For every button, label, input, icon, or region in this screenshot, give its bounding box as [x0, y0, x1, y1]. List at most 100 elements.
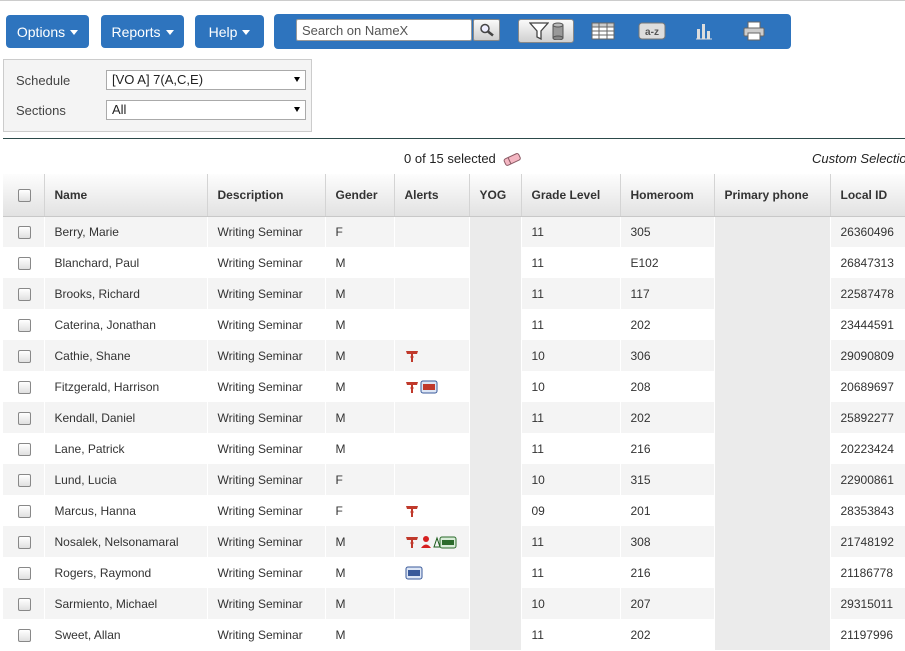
- student-grade-level: 10: [521, 371, 621, 402]
- search-button[interactable]: [473, 19, 500, 41]
- column-header-name[interactable]: Name: [44, 174, 208, 217]
- chart-icon: [696, 24, 712, 40]
- student-name[interactable]: Lund, Lucia: [44, 464, 208, 495]
- student-name[interactable]: Blanchard, Paul: [44, 247, 208, 278]
- custom-selection-label[interactable]: Custom Selection: [812, 151, 905, 166]
- row-checkbox[interactable]: [18, 318, 31, 332]
- table-row[interactable]: Caterina, Jonathan Writing Seminar M 11 202 2…: [3, 309, 905, 340]
- student-alerts: [394, 278, 470, 309]
- row-checkbox[interactable]: [18, 535, 31, 549]
- sort-icon: a-z: [638, 22, 666, 40]
- sort-button[interactable]: a-z: [638, 21, 666, 41]
- student-name[interactable]: Rogers, Raymond: [44, 557, 208, 588]
- column-header-alerts[interactable]: Alerts: [394, 174, 470, 217]
- column-header-primary-phone[interactable]: Primary phone: [714, 174, 831, 217]
- medical-alert-icon[interactable]: [405, 349, 419, 363]
- table-row[interactable]: Berry, Marie Writing Seminar F 11 305 2636049…: [3, 216, 905, 247]
- student-name[interactable]: Nosalek, Nelsonamaral: [44, 526, 208, 557]
- table-row[interactable]: Lund, Lucia Writing Seminar F 10 315 22900861: [3, 464, 905, 495]
- student-name[interactable]: Lane, Patrick: [44, 433, 208, 464]
- student-name[interactable]: Sweet, Allan: [44, 619, 208, 650]
- grid-view-button[interactable]: [591, 21, 615, 41]
- row-select-cell: [3, 495, 45, 526]
- student-phone-redacted: [714, 340, 831, 371]
- student-name[interactable]: Sarmiento, Michael: [44, 588, 208, 619]
- sections-select[interactable]: All: [106, 100, 306, 120]
- student-gender: F: [325, 464, 395, 495]
- student-local-id: 21748192: [830, 526, 905, 557]
- epp-icon[interactable]: [432, 535, 457, 549]
- student-description: Writing Seminar: [207, 371, 326, 402]
- chart-button[interactable]: [694, 21, 714, 41]
- row-checkbox[interactable]: [18, 566, 31, 580]
- row-checkbox[interactable]: [18, 597, 31, 611]
- row-checkbox[interactable]: [18, 442, 31, 456]
- row-checkbox[interactable]: [18, 504, 31, 518]
- help-menu-button[interactable]: Help: [195, 15, 264, 48]
- column-header-homeroom[interactable]: Homeroom: [620, 174, 715, 217]
- iep-icon[interactable]: [420, 380, 438, 394]
- row-checkbox[interactable]: [18, 628, 31, 642]
- row-checkbox[interactable]: [18, 287, 31, 301]
- table-row[interactable]: Blanchard, Paul Writing Seminar M 11 E102 268…: [3, 247, 905, 278]
- print-button[interactable]: [742, 21, 766, 41]
- table-row[interactable]: Nosalek, Nelsonamaral Writing Seminar M 11 3…: [3, 526, 905, 557]
- student-local-id: 23444591: [830, 309, 905, 340]
- student-gender: M: [325, 371, 395, 402]
- student-name[interactable]: Caterina, Jonathan: [44, 309, 208, 340]
- student-name[interactable]: Kendall, Daniel: [44, 402, 208, 433]
- student-phone-redacted: [714, 216, 831, 247]
- search-input[interactable]: [296, 19, 472, 41]
- column-header-gender[interactable]: Gender: [325, 174, 395, 217]
- select-all-checkbox[interactable]: [18, 188, 31, 202]
- table-row[interactable]: Fitzgerald, Harrison Writing Seminar M 10 20…: [3, 371, 905, 402]
- column-header-description[interactable]: Description: [207, 174, 326, 217]
- student-name[interactable]: Marcus, Hanna: [44, 495, 208, 526]
- row-checkbox[interactable]: [18, 411, 31, 425]
- student-local-id: 26360496: [830, 216, 905, 247]
- student-phone-redacted: [714, 371, 831, 402]
- table-row[interactable]: Sarmiento, Michael Writing Seminar M 10 207 2…: [3, 588, 905, 619]
- column-header-grade-level[interactable]: Grade Level: [521, 174, 621, 217]
- row-checkbox[interactable]: [18, 380, 31, 394]
- options-label: Options: [16, 23, 66, 40]
- table-row[interactable]: Marcus, Hanna Writing Seminar F 09 201 283538…: [3, 495, 905, 526]
- table-header-row: Name Description Gender Alerts YOG Grade…: [3, 174, 905, 217]
- table-row[interactable]: Kendall, Daniel Writing Seminar M 11 202 2589…: [3, 402, 905, 433]
- student-name[interactable]: Berry, Marie: [44, 216, 208, 247]
- medical-alert-icon[interactable]: [405, 535, 419, 549]
- student-grade-level: 11: [521, 526, 621, 557]
- column-header-yog[interactable]: YOG: [469, 174, 522, 217]
- student-yog-redacted: [469, 588, 522, 619]
- student-phone-redacted: [714, 619, 831, 650]
- medical-alert-icon[interactable]: [405, 380, 419, 394]
- filter-button[interactable]: [518, 19, 574, 43]
- row-select-cell: [3, 216, 45, 247]
- table-row[interactable]: Rogers, Raymond Writing Seminar M 11 216 2118…: [3, 557, 905, 588]
- table-row[interactable]: Lane, Patrick Writing Seminar M 11 216 202234…: [3, 433, 905, 464]
- reports-menu-button[interactable]: Reports: [101, 15, 184, 48]
- 504-plan-icon[interactable]: [405, 566, 423, 580]
- row-select-cell: [3, 526, 45, 557]
- student-name[interactable]: Cathie, Shane: [44, 340, 208, 371]
- student-name[interactable]: Brooks, Richard: [44, 278, 208, 309]
- row-checkbox[interactable]: [18, 349, 31, 363]
- eraser-icon[interactable]: [502, 152, 522, 166]
- person-alert-icon[interactable]: [420, 535, 432, 549]
- student-phone-redacted: [714, 433, 831, 464]
- student-name[interactable]: Fitzgerald, Harrison: [44, 371, 208, 402]
- medical-alert-icon[interactable]: [405, 504, 419, 518]
- schedule-select[interactable]: [VO A] 7(A,C,E): [106, 70, 306, 90]
- row-checkbox[interactable]: [18, 256, 31, 270]
- table-row[interactable]: Cathie, Shane Writing Seminar M 10 306 290908…: [3, 340, 905, 371]
- table-row[interactable]: Brooks, Richard Writing Seminar M 11 117 2258…: [3, 278, 905, 309]
- table-row[interactable]: Sweet, Allan Writing Seminar M 11 202 2119799…: [3, 619, 905, 650]
- chevron-down-icon: [165, 30, 174, 35]
- student-grade-level: 11: [521, 619, 621, 650]
- row-checkbox[interactable]: [18, 225, 31, 239]
- column-header-local-id[interactable]: Local ID: [830, 174, 905, 217]
- student-yog-redacted: [469, 402, 522, 433]
- row-checkbox[interactable]: [18, 473, 31, 487]
- options-menu-button[interactable]: Options: [6, 15, 89, 48]
- row-select-cell: [3, 247, 45, 278]
